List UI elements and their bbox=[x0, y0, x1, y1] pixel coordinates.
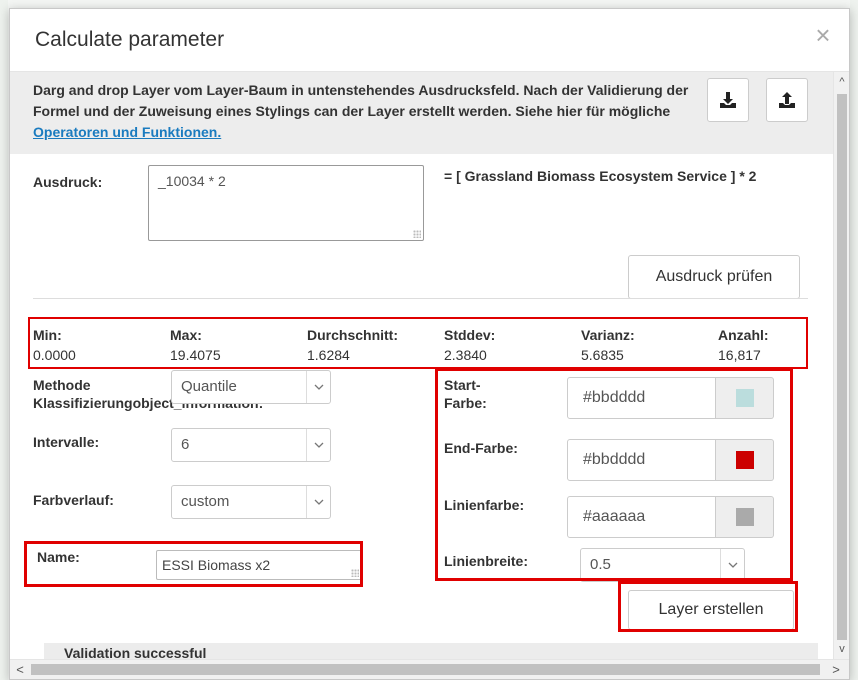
create-layer-button[interactable]: Layer erstellen bbox=[628, 590, 794, 630]
stat-value-max: 19.4075 bbox=[170, 347, 221, 363]
start-color-swatch bbox=[735, 389, 754, 407]
stat-label-stddev: Stddev: bbox=[444, 327, 496, 343]
line-width-select[interactable]: 0.5 bbox=[580, 548, 745, 582]
line-color-picker[interactable] bbox=[716, 496, 774, 538]
layer-name-input[interactable]: ESSI Biomass x2 bbox=[156, 550, 362, 580]
info-bar: Darg and drop Layer vom Layer-Baum in un… bbox=[10, 72, 833, 154]
calculate-parameter-dialog: Calculate parameter × Darg and drop Laye… bbox=[9, 8, 850, 680]
name-label: Name: bbox=[37, 549, 80, 565]
line-width-label: Linienbreite: bbox=[444, 553, 529, 569]
expression-result: = [ Grassland Biomass Ecosystem Service … bbox=[444, 168, 757, 184]
layer-name-value: ESSI Biomass x2 bbox=[162, 557, 271, 573]
intervals-label: Intervalle: bbox=[33, 434, 100, 450]
stat-value-count: 16,817 bbox=[718, 347, 761, 363]
validate-expression-button[interactable]: Ausdruck prüfen bbox=[628, 255, 800, 299]
method-select[interactable]: Quantile bbox=[171, 370, 331, 404]
upload-icon bbox=[779, 92, 795, 108]
start-color-label: Start- Farbe: bbox=[444, 376, 487, 412]
resize-handle[interactable] bbox=[351, 569, 359, 577]
resize-handle[interactable] bbox=[413, 230, 421, 238]
dialog-header: Calculate parameter × bbox=[10, 9, 849, 72]
line-color-swatch bbox=[735, 508, 754, 526]
end-color-label: End-Farbe: bbox=[444, 440, 518, 456]
intervals-select[interactable]: 6 bbox=[171, 428, 331, 462]
chevron-down-icon bbox=[720, 549, 744, 581]
line-color-input[interactable]: #aaaaaa bbox=[567, 496, 716, 538]
dialog-body: Darg and drop Layer vom Layer-Baum in un… bbox=[10, 72, 833, 659]
scroll-right-icon[interactable]: > bbox=[828, 662, 844, 678]
download-icon bbox=[720, 92, 736, 108]
info-description: Darg and drop Layer vom Layer-Baum in un… bbox=[33, 82, 689, 119]
start-color-input[interactable]: #bbdddd bbox=[567, 377, 716, 419]
gradient-label: Farbverlauf: bbox=[33, 492, 114, 508]
expression-label: Ausdruck: bbox=[33, 174, 103, 190]
gradient-select-value: custom bbox=[181, 493, 230, 510]
stats-highlight bbox=[28, 317, 808, 369]
stat-label-count: Anzahl: bbox=[718, 327, 769, 343]
vertical-scrollbar[interactable]: ^ v bbox=[833, 72, 849, 659]
chevron-down-icon bbox=[306, 371, 330, 403]
start-color-label-line1: Start- bbox=[444, 377, 481, 393]
close-button[interactable]: × bbox=[811, 22, 835, 48]
method-select-value: Quantile bbox=[181, 378, 237, 395]
download-button[interactable] bbox=[707, 78, 749, 122]
dialog-title: Calculate parameter bbox=[35, 28, 225, 51]
scroll-up-icon[interactable]: ^ bbox=[834, 74, 849, 90]
chevron-down-icon bbox=[306, 429, 330, 461]
divider bbox=[33, 298, 808, 299]
stat-value-min: 0.0000 bbox=[33, 347, 76, 363]
stat-value-stddev: 2.3840 bbox=[444, 347, 487, 363]
stat-label-min: Min: bbox=[33, 327, 62, 343]
line-width-select-value: 0.5 bbox=[590, 556, 611, 573]
intervals-select-value: 6 bbox=[181, 436, 190, 453]
scroll-left-icon[interactable]: < bbox=[12, 662, 28, 678]
operators-link[interactable]: Operatoren und Funktionen. bbox=[33, 124, 221, 140]
stat-label-max: Max: bbox=[170, 327, 202, 343]
stat-label-variance: Varianz: bbox=[581, 327, 635, 343]
end-color-picker[interactable] bbox=[716, 439, 774, 481]
start-color-picker[interactable] bbox=[716, 377, 774, 419]
end-color-swatch bbox=[735, 451, 754, 469]
start-color-label-line2: Farbe: bbox=[444, 395, 487, 411]
vertical-scroll-thumb[interactable] bbox=[837, 94, 847, 640]
upload-button[interactable] bbox=[766, 78, 808, 122]
horizontal-scrollbar[interactable]: < > bbox=[10, 659, 849, 679]
chevron-down-icon bbox=[306, 486, 330, 518]
gradient-select[interactable]: custom bbox=[171, 485, 331, 519]
stat-label-mean: Durchschnitt: bbox=[307, 327, 398, 343]
stat-value-mean: 1.6284 bbox=[307, 347, 350, 363]
stat-value-variance: 5.6835 bbox=[581, 347, 624, 363]
expression-input[interactable]: _10034 * 2 bbox=[148, 165, 424, 241]
end-color-input[interactable]: #bbdddd bbox=[567, 439, 716, 481]
line-color-label: Linienfarbe: bbox=[444, 497, 525, 513]
validation-status: Validation successful bbox=[44, 643, 818, 659]
horizontal-scroll-thumb[interactable] bbox=[31, 664, 820, 675]
expression-value: _10034 * 2 bbox=[158, 173, 226, 189]
info-text: Darg and drop Layer vom Layer-Baum in un… bbox=[33, 80, 693, 143]
scroll-down-icon[interactable]: v bbox=[834, 641, 849, 657]
